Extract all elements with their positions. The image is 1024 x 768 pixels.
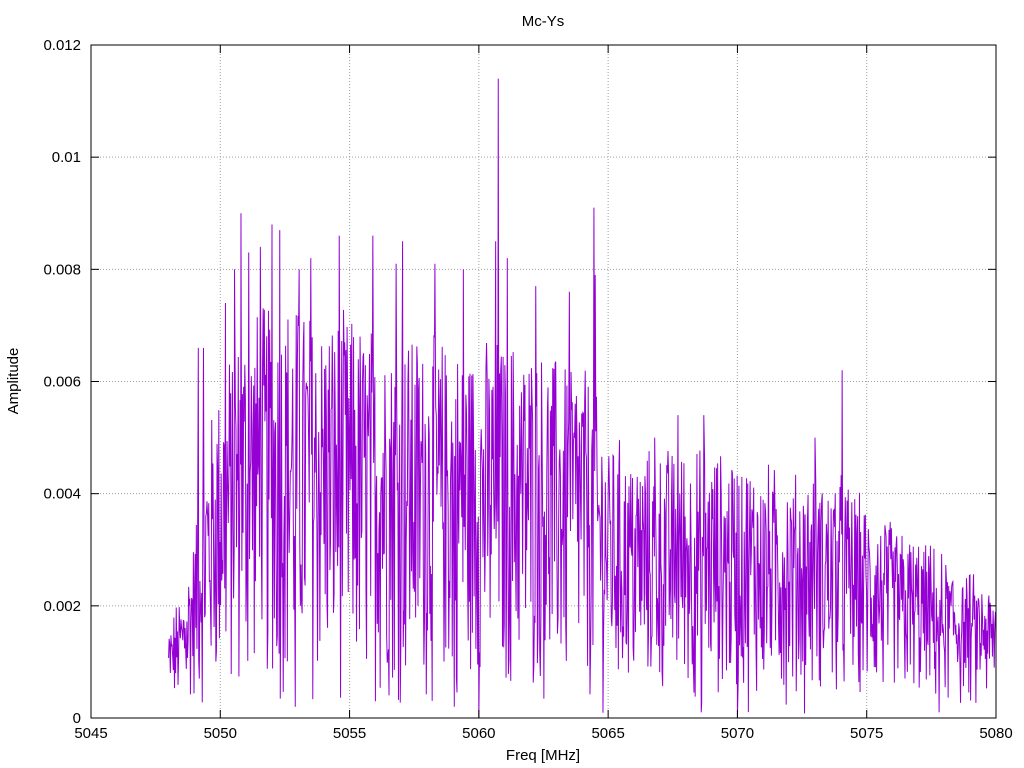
x-tick-label: 5070 bbox=[721, 725, 754, 742]
chart-title: Mc-Ys bbox=[522, 13, 565, 30]
y-tick-label: 0.008 bbox=[43, 261, 81, 278]
x-tick-label: 5080 bbox=[979, 725, 1012, 742]
x-tick-label: 5060 bbox=[462, 725, 495, 742]
y-axis-title: Amplitude bbox=[5, 348, 22, 415]
y-tick-label: 0.006 bbox=[43, 374, 81, 391]
y-tick-label: 0.012 bbox=[43, 37, 81, 54]
y-tick-label: 0 bbox=[73, 710, 81, 727]
x-tick-label: 5055 bbox=[333, 725, 366, 742]
x-tick-label: 5045 bbox=[74, 725, 107, 742]
x-axis-title: Freq [MHz] bbox=[506, 747, 580, 764]
series-layer bbox=[168, 78, 997, 719]
x-tick-label: 5065 bbox=[591, 725, 624, 742]
x-tick-label: 5075 bbox=[850, 725, 883, 742]
y-tick-label: 0.01 bbox=[52, 149, 81, 166]
y-tick-label: 0.004 bbox=[43, 486, 81, 503]
x-tick-label: 5050 bbox=[204, 725, 237, 742]
amplitude-series-line bbox=[168, 78, 997, 719]
amplitude-line-chart: Mc-Ys 5045 5050 5055 5060 5065 5070 5075 5080 0 0… bbox=[5, 13, 1013, 764]
y-tick-label: 0.002 bbox=[43, 598, 81, 615]
